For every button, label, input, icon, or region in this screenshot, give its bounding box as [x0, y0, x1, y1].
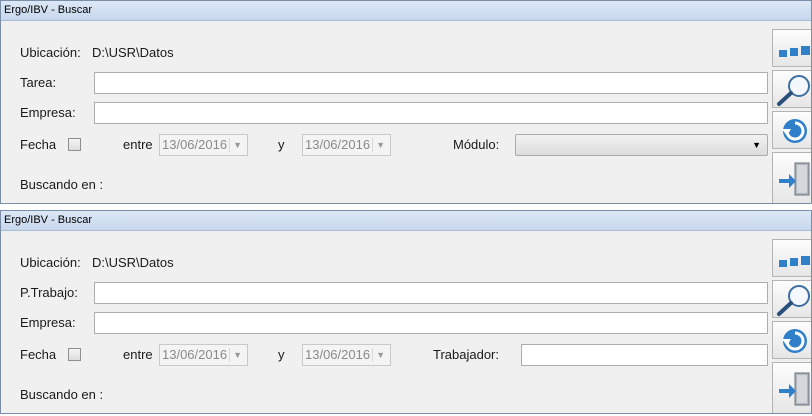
search-button[interactable]: [772, 70, 811, 108]
tarea-row: Tarea:: [1, 72, 771, 94]
refresh-icon: [782, 329, 807, 353]
chevron-down-icon: ▼: [233, 350, 242, 360]
empresa-row: Empresa:: [1, 312, 771, 334]
refresh-icon: [782, 119, 807, 143]
refresh-button[interactable]: [772, 321, 811, 359]
tarea-label: Tarea:: [20, 75, 57, 90]
fecha-checkbox[interactable]: [68, 348, 81, 361]
exit-button[interactable]: [772, 362, 811, 413]
exit-button[interactable]: [772, 152, 811, 203]
search-panel-tarea: Ergo/IBV - Buscar Ubicación: D:\USR\Dato…: [0, 0, 812, 204]
buscando-row: Buscando en :: [1, 384, 771, 406]
dots-icon: [779, 256, 810, 267]
options-button[interactable]: [772, 29, 811, 67]
ptrabajo-row: P.Trabajo:: [1, 282, 771, 304]
ubicacion-label: Ubicación:: [20, 255, 81, 270]
date-to-picker[interactable]: 13/06/2016 ▼: [302, 134, 391, 156]
ptrabajo-label: P.Trabajo:: [20, 285, 78, 300]
ubicacion-label: Ubicación:: [20, 45, 81, 60]
chevron-down-icon: ▼: [233, 140, 242, 150]
refresh-button[interactable]: [772, 111, 811, 149]
tarea-input[interactable]: [94, 72, 768, 94]
modulo-label: Módulo:: [453, 137, 500, 152]
exit-door-icon: [779, 372, 810, 406]
fecha-checkbox[interactable]: [68, 138, 81, 151]
fecha-row: Fecha entre 13/06/2016 ▼ y 13/06/2016 ▼ …: [1, 344, 771, 366]
trabajador-input[interactable]: [521, 344, 768, 366]
empresa-label: Empresa:: [20, 315, 76, 330]
date-from-picker[interactable]: 13/06/2016 ▼: [159, 134, 248, 156]
empresa-input[interactable]: [94, 102, 768, 124]
fecha-label: Fecha: [20, 347, 57, 362]
entre-label: entre: [123, 347, 153, 362]
chevron-down-icon: ▼: [376, 350, 385, 360]
buscando-row: Buscando en :: [1, 174, 771, 196]
buscando-label: Buscando en :: [20, 177, 104, 192]
options-button[interactable]: [772, 239, 811, 277]
window-title: Ergo/IBV - Buscar: [1, 1, 811, 21]
date-to-value: 13/06/2016: [305, 347, 371, 362]
date-from-picker[interactable]: 13/06/2016 ▼: [159, 344, 248, 366]
fecha-label: Fecha: [20, 137, 57, 152]
y-label: y: [278, 137, 285, 152]
ubicacion-value: D:\USR\Datos: [92, 45, 174, 60]
magnifier-icon: [777, 75, 810, 106]
search-panel-ptrabajo: Ergo/IBV - Buscar Ubicación: D:\USR\Dato…: [0, 210, 812, 414]
date-from-value: 13/06/2016: [162, 137, 228, 152]
y-label: y: [278, 347, 285, 362]
chevron-down-icon: ▼: [376, 140, 385, 150]
exit-door-icon: [779, 162, 810, 196]
ubicacion-row: Ubicación: D:\USR\Datos: [1, 252, 771, 274]
trabajador-label: Trabajador:: [433, 347, 499, 362]
entre-label: entre: [123, 137, 153, 152]
ubicacion-row: Ubicación: D:\USR\Datos: [1, 42, 771, 64]
magnifier-icon: [777, 285, 810, 316]
date-to-value: 13/06/2016: [305, 137, 371, 152]
empresa-input[interactable]: [94, 312, 768, 334]
ubicacion-value: D:\USR\Datos: [92, 255, 174, 270]
search-button[interactable]: [772, 280, 811, 318]
empresa-row: Empresa:: [1, 102, 771, 124]
empresa-label: Empresa:: [20, 105, 76, 120]
fecha-row: Fecha entre 13/06/2016 ▼ y 13/06/2016 ▼ …: [1, 134, 771, 156]
chevron-down-icon: ▼: [752, 140, 761, 150]
buscando-label: Buscando en :: [20, 387, 104, 402]
date-from-value: 13/06/2016: [162, 347, 228, 362]
window-title: Ergo/IBV - Buscar: [1, 211, 811, 231]
date-to-picker[interactable]: 13/06/2016 ▼: [302, 344, 391, 366]
modulo-select[interactable]: ▼: [515, 134, 768, 156]
ptrabajo-input[interactable]: [94, 282, 768, 304]
dots-icon: [779, 46, 810, 57]
